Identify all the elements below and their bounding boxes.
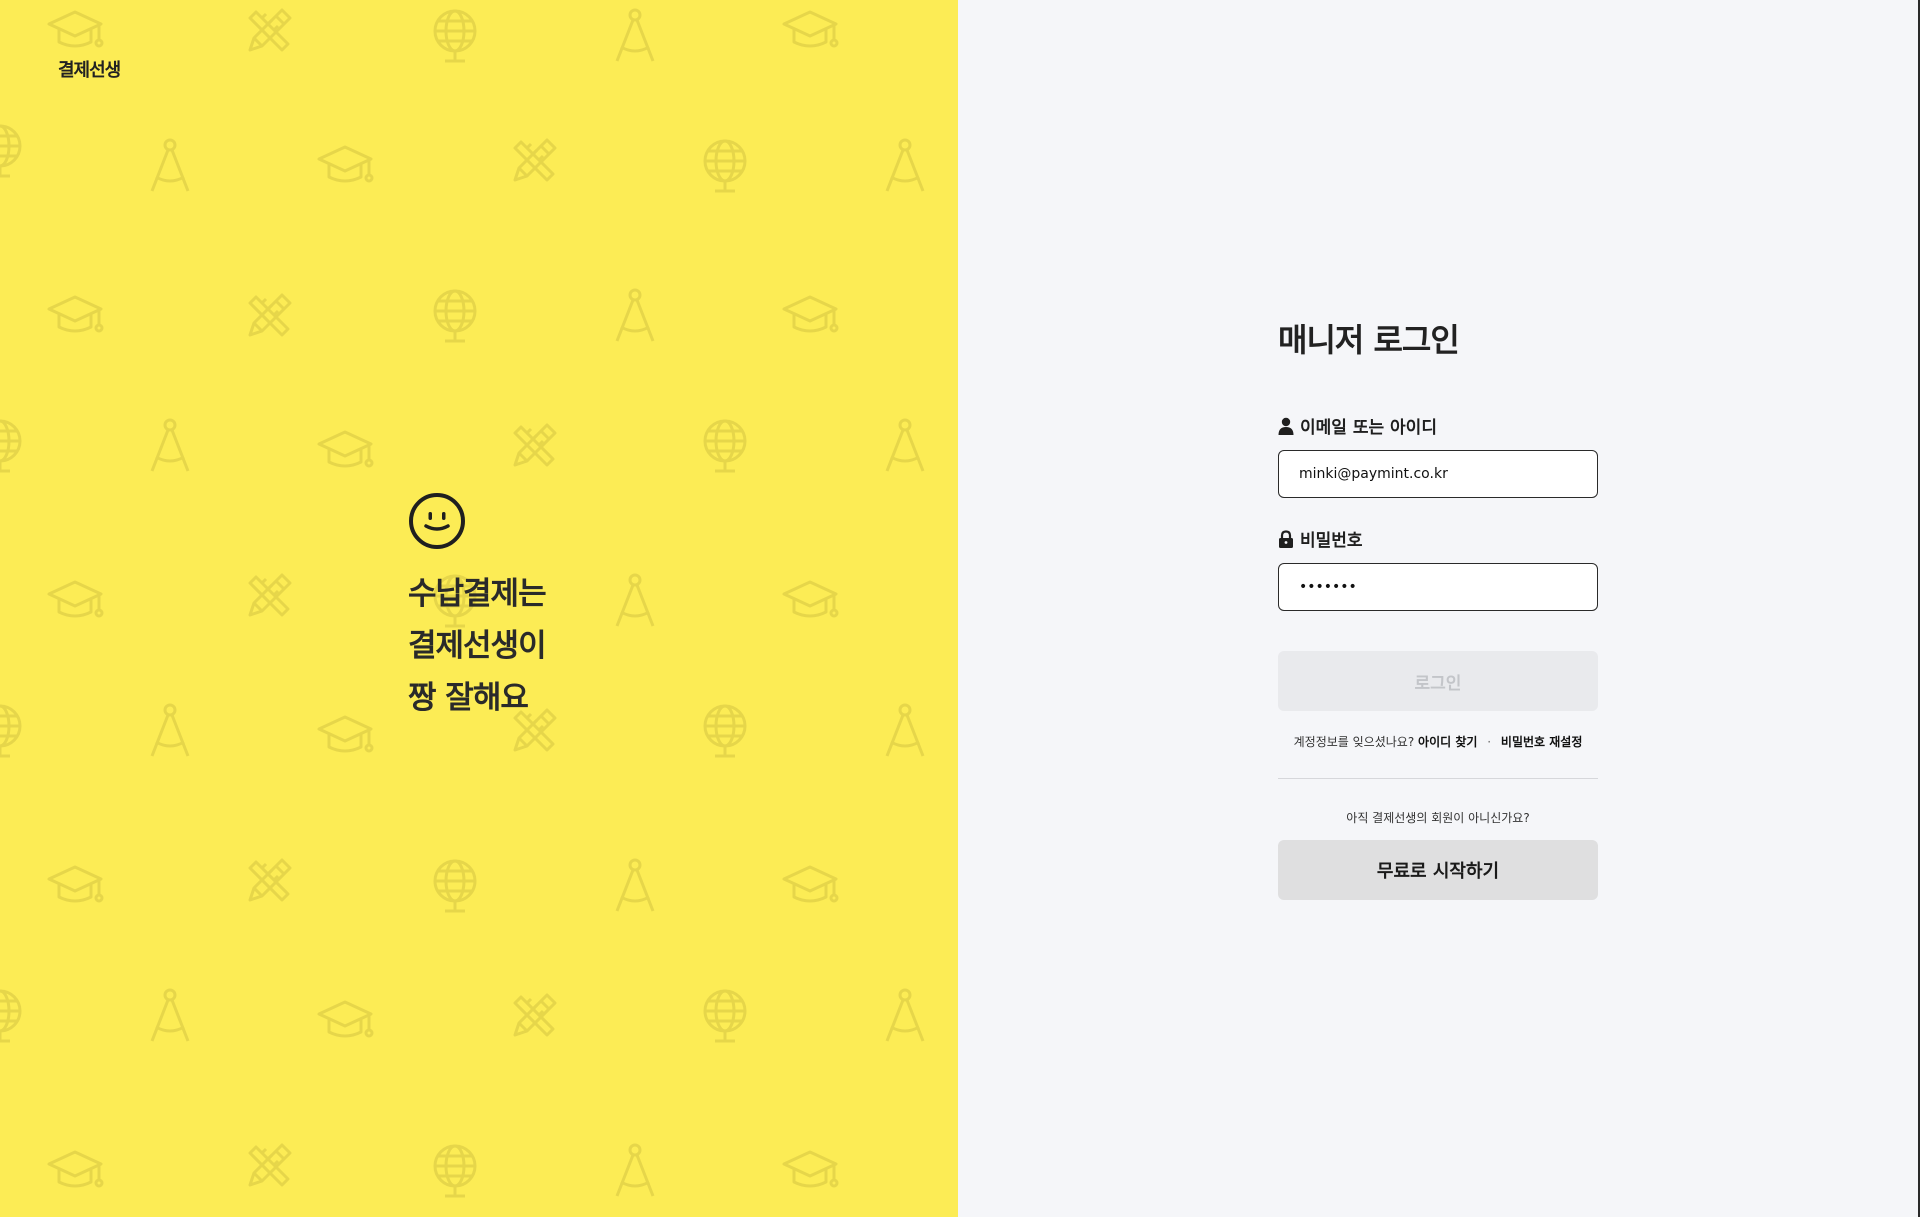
login-panel: 매니저 로그인 이메일 또는 아이디 비밀번호 로그인 [958,0,1920,1217]
password-label-text: 비밀번호 [1300,531,1363,551]
login-button[interactable]: 로그인 [1278,651,1598,711]
link-separator: · [1487,735,1492,749]
start-free-button[interactable]: 무료로 시작하기 [1278,840,1598,900]
divider [1278,778,1598,779]
brand-logo[interactable]: 결제선생 [58,56,121,82]
password-label: 비밀번호 [1278,526,1598,551]
user-icon [1278,417,1294,435]
not-member-text: 아직 결제선생의 회원이 아니신가요? [1346,811,1530,825]
hero-section: 수납결제는 결제선생이 짱 잘해요 [408,492,547,724]
hero-line-1: 수납결제는 [408,576,547,612]
email-label: 이메일 또는 아이디 [1278,413,1598,438]
hero-slogan: 수납결제는 결제선생이 짱 잘해요 [408,568,547,724]
login-page: 결제선생 수납결제는 결제선생이 짱 잘해요 매니저 로그인 이메일 또는 아이… [0,0,1920,1217]
lock-icon [1279,529,1293,548]
hero-line-2: 결제선생이 [408,628,547,664]
find-id-link[interactable]: 아이디 찾기 [1418,735,1477,749]
email-label-text: 이메일 또는 아이디 [1300,418,1437,438]
email-field[interactable] [1278,450,1598,498]
page-title: 매니저 로그인 [1278,321,1460,359]
login-form: 매니저 로그인 이메일 또는 아이디 비밀번호 로그인 [1278,315,1598,900]
smiley-icon [409,493,465,549]
hero-line-3: 짱 잘해요 [408,680,529,716]
password-field[interactable] [1278,563,1598,611]
brand-panel: 결제선생 수납결제는 결제선생이 짱 잘해요 [0,0,958,1217]
forgot-account-row: 계정정보를 잊으셨나요? 아이디 찾기 · 비밀번호 재설정 [1278,733,1598,750]
forgot-prompt: 계정정보를 잊으셨나요? [1293,735,1415,749]
reset-password-link[interactable]: 비밀번호 재설정 [1501,735,1582,749]
